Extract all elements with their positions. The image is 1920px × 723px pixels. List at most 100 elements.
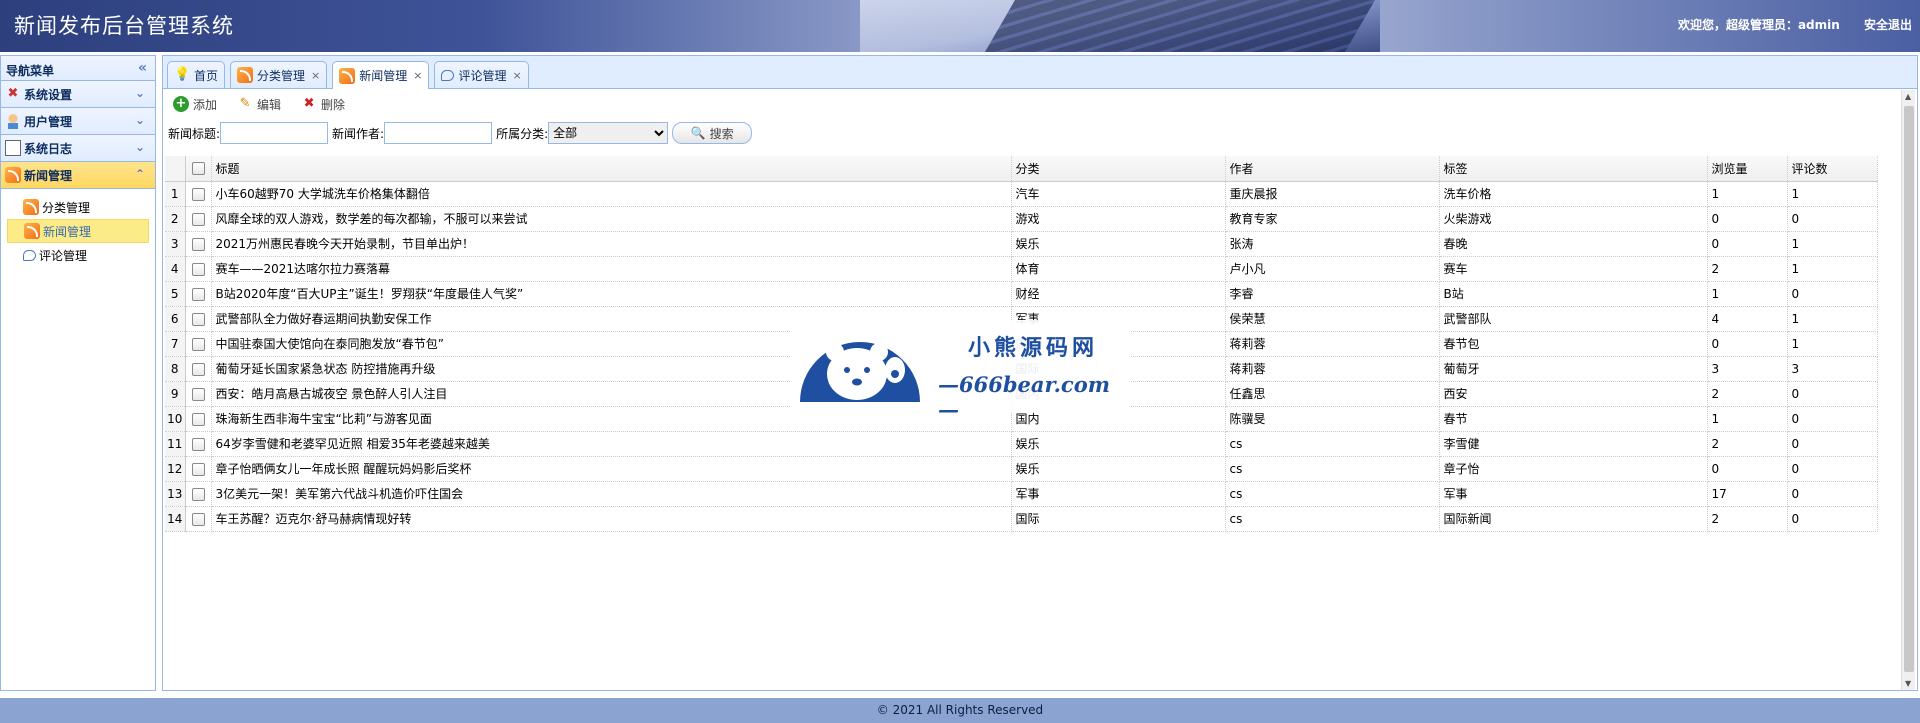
table-header-row: 标题 分类 作者 标签 浏览量 评论数: [165, 156, 1878, 182]
table-row[interactable]: 3 2021万州惠民春晚今天开始录制，节目单出炉！ 娱乐 张涛 春晚 0 1: [165, 231, 1878, 257]
row-checkbox[interactable]: [185, 456, 212, 482]
category-filter-label: 所属分类:: [496, 126, 549, 141]
table-row[interactable]: 4 赛车——2021达喀尔拉力赛落幕 体育 卢小凡 赛车 2 1: [165, 256, 1878, 282]
tab-home[interactable]: 💡 首页: [167, 61, 226, 88]
close-icon[interactable]: ×: [513, 69, 522, 82]
table-row[interactable]: 11 64岁李雪健和老婆罕见近照 相爱35年老婆越来越美 娱乐 cs 李雪健 2 0: [165, 431, 1878, 457]
tab-comment-management[interactable]: 评论管理 ×: [434, 61, 529, 88]
delete-button-label: 删除: [321, 97, 346, 112]
cell-tag: 洗车价格: [1439, 181, 1708, 207]
tab-bar: 💡 首页 分类管理 × 新闻管理 × 评论管理 ×: [163, 56, 1917, 89]
cell-tag: 赛车: [1439, 256, 1708, 282]
cell-views: 4: [1707, 306, 1788, 332]
cell-comments: 0: [1787, 406, 1878, 432]
row-checkbox[interactable]: [185, 356, 212, 382]
cell-title: 64岁李雪健和老婆罕见近照 相爱35年老婆越来越美: [211, 431, 1012, 457]
sidebar-item-comment-management[interactable]: 评论管理: [7, 243, 149, 267]
sidebar-section-news-management[interactable]: 新闻管理 ⌃: [1, 162, 155, 189]
cell-title: 2021万州惠民春晚今天开始录制，节目单出炉！: [211, 231, 1012, 257]
title-filter-input[interactable]: [220, 122, 329, 144]
column-header-comments[interactable]: 评论数: [1787, 156, 1878, 182]
cell-tag: 葡萄牙: [1439, 356, 1708, 382]
comment-icon: [441, 69, 455, 81]
column-header-views[interactable]: 浏览量: [1707, 156, 1788, 182]
category-filter-select[interactable]: 全部: [548, 122, 669, 144]
edit-button-label: 编辑: [257, 97, 282, 112]
cell-comments: 1: [1787, 181, 1878, 207]
collapse-sidebar-icon[interactable]: «: [138, 60, 147, 76]
edit-button[interactable]: ✎ 编辑: [237, 96, 281, 113]
cell-author: 教育专家: [1225, 206, 1440, 232]
cell-title: 3亿美元一架！美军第六代战斗机造价吓住国会: [211, 481, 1012, 507]
sidebar-item-news-management[interactable]: 新闻管理: [7, 219, 149, 243]
table-row[interactable]: 1 小车60越野70 大学城洗车价格集体翻倍 汽车 重庆晨报 洗车价格 1 1: [165, 181, 1878, 207]
row-checkbox[interactable]: [185, 181, 212, 207]
row-checkbox[interactable]: [185, 281, 212, 307]
cell-author: cs: [1225, 481, 1440, 507]
row-checkbox[interactable]: [185, 381, 212, 407]
sidebar-item-category-management[interactable]: 分类管理: [7, 195, 149, 219]
row-number: 4: [165, 256, 186, 282]
column-header-tag[interactable]: 标签: [1439, 156, 1708, 182]
row-checkbox[interactable]: [185, 256, 212, 282]
cell-views: 2: [1707, 506, 1788, 532]
cell-tag: 春节: [1439, 406, 1708, 432]
row-number: 6: [165, 306, 186, 332]
cell-views: 0: [1707, 331, 1788, 357]
logout-link[interactable]: 安全退出: [1864, 18, 1912, 32]
select-all-checkbox[interactable]: [185, 156, 212, 182]
close-icon[interactable]: ×: [413, 69, 422, 82]
cell-comments: 0: [1787, 206, 1878, 232]
sidebar-item-label: 分类管理: [42, 200, 91, 215]
cell-tag: 春晚: [1439, 231, 1708, 257]
cell-tag: 国际新闻: [1439, 506, 1708, 532]
row-number: 9: [165, 381, 186, 407]
search-button[interactable]: 🔍 搜索: [672, 122, 753, 144]
row-checkbox[interactable]: [185, 406, 212, 432]
tab-category-management[interactable]: 分类管理 ×: [230, 61, 328, 88]
vertical-scrollbar[interactable]: ▲ ▼: [1901, 90, 1915, 690]
tab-label: 新闻管理: [359, 69, 408, 83]
column-header-author[interactable]: 作者: [1225, 156, 1440, 182]
sidebar-section-system-settings[interactable]: ✖ 系统设置 ⌄: [1, 81, 155, 108]
delete-button[interactable]: ✖ 删除: [301, 96, 345, 113]
welcome-text: 欢迎您，超级管理员：admin: [1677, 18, 1840, 32]
cell-title: 章子怡晒俩女儿一年成长照 醒醒玩妈妈影后奖杯: [211, 456, 1012, 482]
row-checkbox[interactable]: [185, 431, 212, 457]
table-row[interactable]: 2 风靡全球的双人游戏，数学差的每次都输，不服可以来尝试 游戏 教育专家 火柴游戏 0 0: [165, 206, 1878, 232]
cell-views: 2: [1707, 431, 1788, 457]
table-row[interactable]: 12 章子怡晒俩女儿一年成长照 醒醒玩妈妈影后奖杯 娱乐 cs 章子怡 0 0: [165, 456, 1878, 482]
row-number: 7: [165, 331, 186, 357]
cell-category: 游戏: [1011, 206, 1226, 232]
cell-author: 任鑫思: [1225, 381, 1440, 407]
cell-title: 风靡全球的双人游戏，数学差的每次都输，不服可以来尝试: [211, 206, 1012, 232]
cell-comments: 1: [1787, 231, 1878, 257]
table-row[interactable]: 13 3亿美元一架！美军第六代战斗机造价吓住国会 军事 cs 军事 17 0: [165, 481, 1878, 507]
column-header-category[interactable]: 分类: [1011, 156, 1226, 182]
row-number: 10: [165, 406, 186, 432]
add-button[interactable]: + 添加: [173, 96, 217, 113]
row-checkbox[interactable]: [185, 506, 212, 532]
row-checkbox[interactable]: [185, 231, 212, 257]
scrollbar-thumb[interactable]: [1904, 106, 1914, 672]
author-filter-input[interactable]: [384, 122, 493, 144]
sidebar-header: 导航菜单 «: [1, 56, 155, 81]
cell-author: cs: [1225, 431, 1440, 457]
table-row[interactable]: 14 车王苏醒？迈克尔·舒马赫病情现好转 国际 cs 国际新闻 2 0: [165, 506, 1878, 532]
column-header-title[interactable]: 标题: [211, 156, 1012, 182]
sidebar-section-user-management[interactable]: 用户管理 ⌄: [1, 108, 155, 135]
scroll-down-icon[interactable]: ▼: [1905, 679, 1911, 688]
tab-news-management[interactable]: 新闻管理 ×: [332, 61, 430, 89]
row-checkbox[interactable]: [185, 481, 212, 507]
cell-category: 国际: [1011, 506, 1226, 532]
row-number: 11: [165, 431, 186, 457]
cell-views: 3: [1707, 356, 1788, 382]
close-icon[interactable]: ×: [311, 69, 320, 82]
scroll-up-icon[interactable]: ▲: [1905, 92, 1911, 101]
row-checkbox[interactable]: [185, 206, 212, 232]
sidebar-section-system-log[interactable]: 系统日志 ⌄: [1, 135, 155, 162]
app-title: 新闻发布后台管理系统: [14, 14, 234, 38]
row-checkbox[interactable]: [185, 331, 212, 357]
row-checkbox[interactable]: [185, 306, 212, 332]
table-row[interactable]: 5 B站2020年度“百大UP主”诞生！罗翔获“年度最佳人气奖” 财经 李睿 B站 1 0: [165, 281, 1878, 307]
